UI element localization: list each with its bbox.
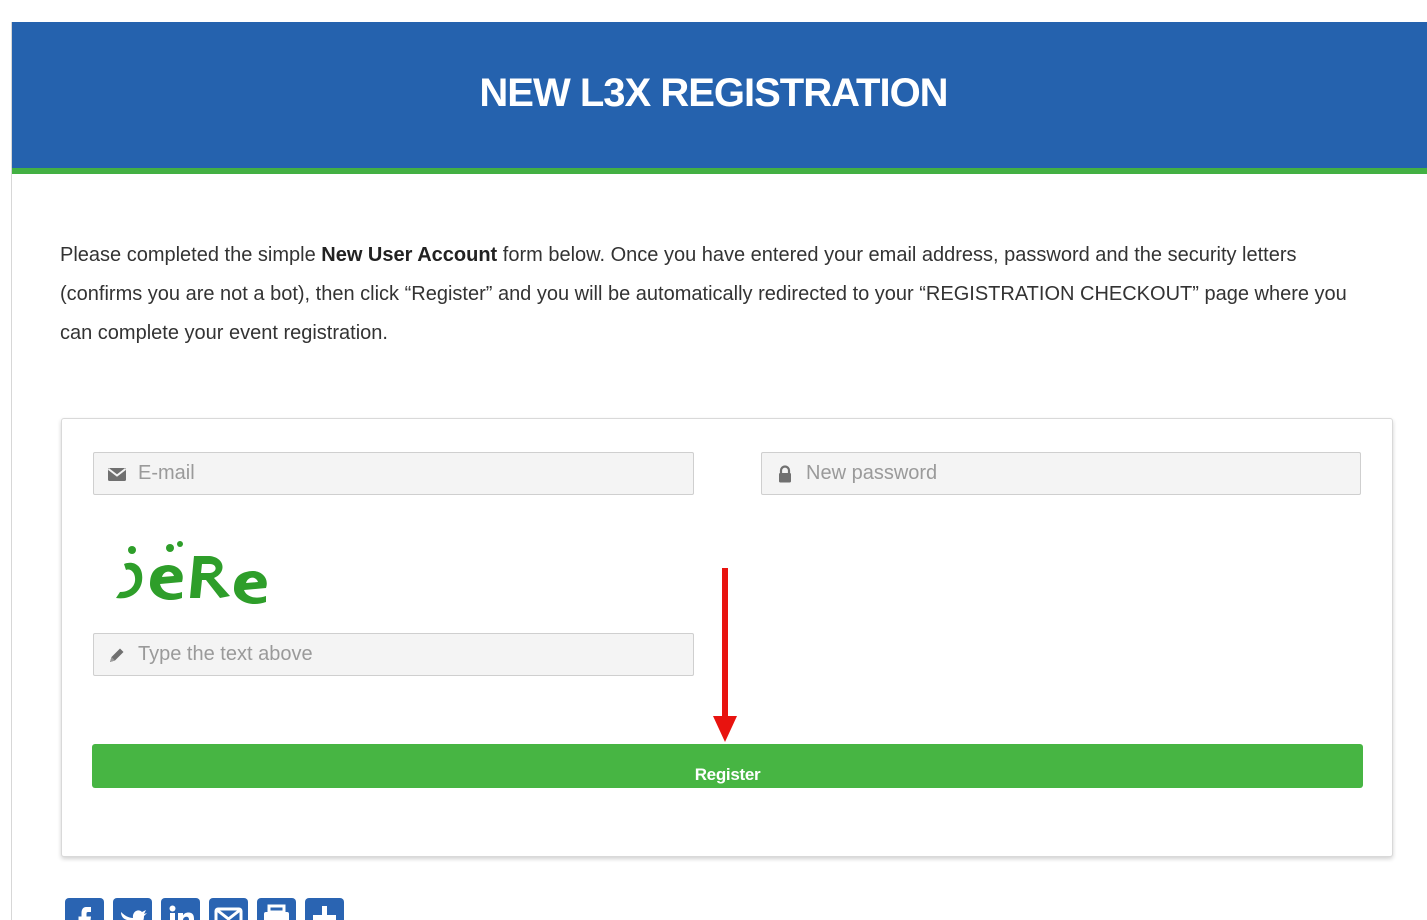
lock-icon — [775, 465, 795, 483]
intro-text-part1: Please completed the simple — [60, 244, 322, 266]
print-icon — [264, 904, 289, 920]
arrow-annotation — [713, 568, 737, 742]
captcha-input[interactable] — [138, 634, 685, 675]
captcha-image: jeRe — [104, 526, 284, 614]
email-icon — [214, 907, 243, 920]
linkedin-share-button[interactable] — [161, 898, 200, 920]
twitter-share-button[interactable] — [113, 898, 152, 920]
email-field[interactable] — [93, 452, 694, 495]
envelope-icon — [107, 465, 127, 483]
linkedin-icon — [169, 905, 194, 920]
twitter-icon — [121, 910, 147, 920]
email-share-button[interactable] — [209, 898, 248, 920]
share-plus-button[interactable] — [305, 898, 344, 920]
print-share-button[interactable] — [257, 898, 296, 920]
share-plus-icon — [313, 906, 336, 920]
captcha-field[interactable] — [93, 633, 694, 676]
email-input[interactable] — [138, 453, 685, 494]
password-input[interactable] — [806, 453, 1352, 494]
intro-text-bold: New User Account — [321, 244, 498, 266]
intro-text: Please completed the simple New User Acc… — [60, 236, 1380, 353]
page-title: NEW L3X REGISTRATION — [479, 71, 948, 115]
facebook-icon — [78, 907, 91, 920]
share-bar — [65, 898, 355, 920]
facebook-share-button[interactable] — [65, 898, 104, 920]
password-field[interactable] — [761, 452, 1361, 495]
register-button-label: Register — [694, 765, 761, 784]
pencil-icon — [107, 646, 127, 664]
register-button[interactable]: Register — [92, 744, 1363, 788]
